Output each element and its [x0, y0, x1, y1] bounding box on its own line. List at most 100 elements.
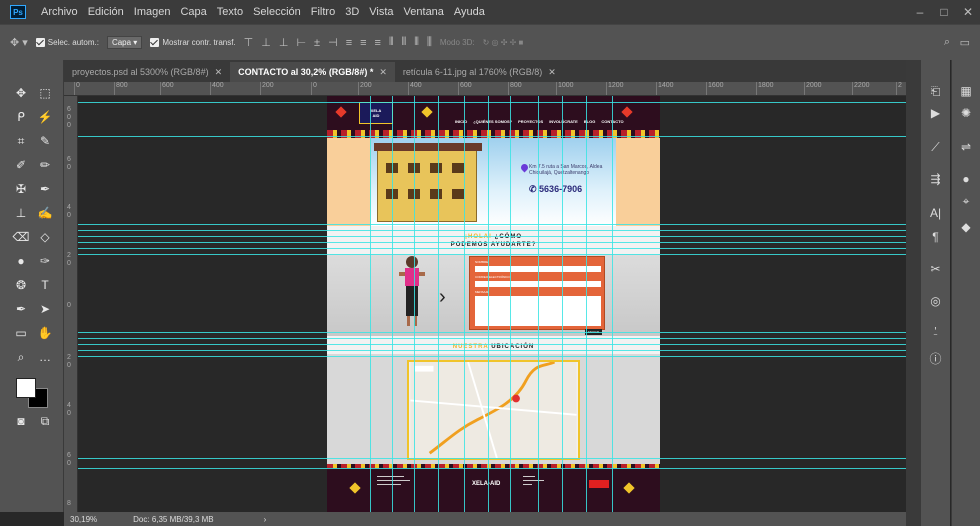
distribute-hcenter-icon[interactable]: ⫴: [402, 36, 407, 49]
character-icon[interactable]: ⇶: [921, 172, 950, 186]
glyphs-icon[interactable]: ⍘: [921, 324, 950, 339]
info-icon[interactable]: ⓘ: [921, 350, 950, 367]
horizontal-ruler[interactable]: 0 800 600 400 200 0 200 400 600 800 1000…: [64, 82, 906, 96]
clone-source-icon[interactable]: ◎: [921, 294, 950, 308]
layer-select-dropdown[interactable]: Capa ▾: [106, 36, 143, 49]
nav-proyectos[interactable]: PROYECTOS: [518, 119, 543, 124]
social-icons[interactable]: [589, 480, 609, 488]
menu-seleccion[interactable]: Selección: [248, 6, 306, 18]
move-tool-icon[interactable]: ✥ ▾: [10, 36, 28, 49]
nav-inicio[interactable]: INICIO: [455, 119, 467, 124]
menu-ventana[interactable]: Ventana: [399, 6, 449, 18]
document-artboard[interactable]: XELA AID INICIO ¿QUIÉNES SOMOS? PROYECTOS…: [327, 96, 660, 512]
layers-icon[interactable]: ◆: [952, 220, 980, 234]
horizontal-guide[interactable]: [78, 248, 906, 249]
history-brush-icon[interactable]: ✒: [36, 180, 54, 198]
distribute-top-icon[interactable]: ≡: [346, 37, 352, 49]
distribute-right-icon[interactable]: ⫴: [414, 36, 419, 49]
horizontal-guide[interactable]: [78, 344, 906, 345]
history-icon[interactable]: ⎗: [921, 84, 950, 99]
vertical-guide[interactable]: [510, 96, 511, 512]
menu-3d[interactable]: 3D: [340, 6, 364, 18]
canvas-area[interactable]: XELA AID INICIO ¿QUIÉNES SOMOS? PROYECTOS…: [78, 96, 906, 512]
horizontal-guide[interactable]: [78, 468, 906, 469]
horizontal-guide[interactable]: [78, 356, 906, 357]
clone-stamp-icon[interactable]: ✠: [12, 180, 30, 198]
art-history-icon[interactable]: ✍: [36, 204, 54, 222]
menu-vista[interactable]: Vista: [364, 6, 398, 18]
horizontal-guide[interactable]: [78, 332, 906, 333]
adjustments-icon[interactable]: ✺: [952, 106, 980, 120]
auto-select-checkbox[interactable]: Selec. autom.:: [35, 38, 99, 48]
horizontal-guide[interactable]: [78, 350, 906, 351]
distribute-bottom-icon[interactable]: ≡: [375, 37, 381, 49]
paint-bucket-icon[interactable]: ◇: [36, 228, 54, 246]
text-char-icon[interactable]: A|: [921, 206, 950, 220]
vertical-guide[interactable]: [538, 96, 539, 512]
3d-orbit-icon[interactable]: ↻ ◎ ✣ ✢ ■: [483, 38, 524, 47]
zoom-tool-icon[interactable]: ⌕: [12, 348, 30, 366]
brush-settings-icon[interactable]: ⟋: [921, 140, 950, 155]
stamp-icon[interactable]: ⊥: [12, 204, 30, 222]
show-transform-checkbox[interactable]: Mostrar contr. transf.: [150, 38, 236, 48]
vertical-guide[interactable]: [488, 96, 489, 512]
horizontal-guide[interactable]: [78, 224, 906, 225]
menu-archivo[interactable]: Archivo: [36, 6, 83, 18]
swatches-icon[interactable]: ▦: [952, 84, 980, 98]
menu-imagen[interactable]: Imagen: [129, 6, 176, 18]
paragraph-icon[interactable]: ¶: [921, 230, 950, 244]
close-tab-icon[interactable]: ✕: [215, 67, 223, 78]
dodge-tool-icon[interactable]: ✑: [36, 252, 54, 270]
vertical-guide[interactable]: [414, 96, 415, 512]
vertical-guide[interactable]: [370, 96, 371, 512]
align-bottom-icon[interactable]: ⊥: [279, 36, 289, 49]
eraser-icon[interactable]: ⌫: [12, 228, 30, 246]
vertical-guide[interactable]: [392, 96, 393, 512]
hand-tool-icon[interactable]: ✋: [36, 324, 54, 342]
tab-reticula[interactable]: retícula 6-11.jpg al 1760% (RGB/8) ✕: [394, 62, 564, 82]
menu-capa[interactable]: Capa: [175, 6, 211, 18]
pen-tool-icon[interactable]: ✒: [12, 300, 30, 318]
paths-icon[interactable]: ⌖: [952, 194, 980, 209]
search-icon[interactable]: ⌕: [944, 36, 950, 49]
sponge-tool-icon[interactable]: ❂: [12, 276, 30, 294]
align-top-icon[interactable]: ⊤: [244, 36, 254, 49]
menu-ayuda[interactable]: Ayuda: [449, 6, 490, 18]
more-tools-icon[interactable]: …: [36, 348, 54, 366]
menu-filtro[interactable]: Filtro: [306, 6, 340, 18]
vertical-guide[interactable]: [438, 96, 439, 512]
distribute-left-icon[interactable]: ⫴: [389, 36, 394, 49]
move-tool-icon[interactable]: ✥: [12, 84, 30, 102]
close-icon[interactable]: ✕: [956, 0, 980, 24]
restore-icon[interactable]: □: [932, 0, 956, 24]
vertical-guide[interactable]: [586, 96, 587, 512]
horizontal-guide[interactable]: [78, 230, 906, 231]
tab-contacto[interactable]: CONTACTO al 30,2% (RGB/8#) * ✕: [230, 62, 395, 82]
auto-align-icon[interactable]: ⫼: [427, 36, 432, 49]
vertical-ruler[interactable]: 600 60 40 20 0 20 40 60 8: [64, 96, 78, 512]
horizontal-guide[interactable]: [78, 458, 906, 459]
color-icon[interactable]: ●: [952, 172, 980, 186]
tab-proyectos[interactable]: proyectos.psd al 5300% (RGB/8#) ✕: [64, 62, 231, 82]
crop-tool-icon[interactable]: ⌗: [12, 132, 30, 150]
foreground-color-swatch[interactable]: [16, 378, 36, 398]
tools-preset-icon[interactable]: ✂: [921, 262, 950, 276]
horizontal-guide[interactable]: [78, 338, 906, 339]
minimize-icon[interactable]: –: [908, 0, 932, 24]
horizontal-guide[interactable]: [78, 242, 906, 243]
nav-involucrate[interactable]: INVOLÚCRATE: [549, 119, 578, 124]
close-tab-icon[interactable]: ✕: [548, 67, 556, 78]
rectangle-tool-icon[interactable]: ▭: [12, 324, 30, 342]
menu-texto[interactable]: Texto: [212, 6, 248, 18]
marquee-tool-icon[interactable]: ⬚: [36, 84, 54, 102]
align-left-icon[interactable]: ⊢: [296, 36, 306, 49]
vertical-guide[interactable]: [562, 96, 563, 512]
path-selection-icon[interactable]: ➤: [36, 300, 54, 318]
blur-tool-icon[interactable]: ●: [12, 252, 30, 270]
lasso-tool-icon[interactable]: ᑭ: [12, 108, 30, 126]
distribute-vcenter-icon[interactable]: ≡: [360, 37, 366, 49]
screen-mode-icon[interactable]: ⧉: [36, 412, 54, 430]
type-tool-icon[interactable]: T: [36, 276, 54, 294]
horizontal-guide[interactable]: [78, 102, 906, 103]
vertical-guide[interactable]: [612, 96, 613, 512]
